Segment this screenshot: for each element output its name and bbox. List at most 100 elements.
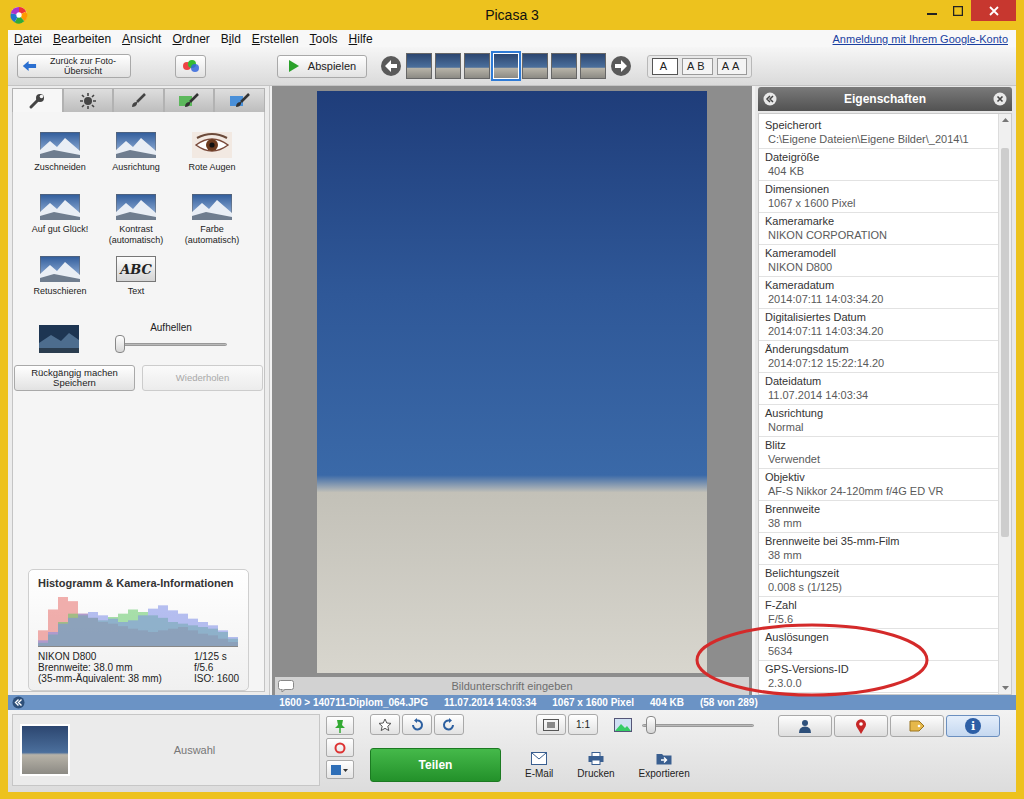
filmstrip-thumbnail[interactable]	[522, 53, 548, 79]
edit-tab[interactable]	[113, 88, 164, 112]
menu-item[interactable]: Ordner	[172, 32, 209, 46]
landscape-icon	[40, 256, 80, 282]
histogram-bar	[118, 614, 128, 647]
minimize-button[interactable]	[919, 0, 945, 21]
filmstrip-thumbnail[interactable]	[406, 53, 432, 79]
menu-item[interactable]: Erstellen	[252, 32, 299, 46]
filmstrip-thumbnail[interactable]	[435, 53, 461, 79]
edit-tab[interactable]	[63, 88, 114, 112]
histogram-bar	[128, 610, 138, 648]
view-mode-button[interactable]: A	[652, 58, 678, 75]
undo-save-button[interactable]: Rückgängig machenSpeichern	[14, 365, 135, 391]
property-row: Dateigröße 404 KB	[759, 149, 998, 181]
menu-item[interactable]: Tools	[310, 32, 338, 46]
menu-item[interactable]: Ansicht	[122, 32, 161, 46]
maximize-button[interactable]	[945, 0, 971, 21]
histogram-bar	[78, 614, 88, 647]
green-pin-icon	[334, 719, 346, 733]
email-icon	[531, 752, 547, 765]
filmstrip-thumbnail[interactable]	[580, 53, 606, 79]
histogram-bar	[78, 614, 88, 647]
brush-icon	[129, 92, 147, 110]
view-mode-button[interactable]: AA	[717, 58, 748, 75]
panel-toggle-button[interactable]	[778, 715, 832, 737]
album-button[interactable]	[326, 760, 354, 779]
action-button[interactable]: E-Mail	[525, 752, 553, 779]
panel-toggle-button[interactable]	[890, 715, 944, 737]
color-effects-button[interactable]	[175, 55, 206, 78]
next-button[interactable]	[609, 54, 633, 78]
filmstrip-thumbnail[interactable]	[493, 53, 519, 79]
close-button[interactable]	[971, 0, 1016, 21]
tool-button[interactable]: Ausrichtung	[98, 132, 174, 188]
arrow-left-icon	[380, 55, 402, 77]
tool-button[interactable]: Farbe (automatisch)	[174, 194, 250, 250]
property-row: Änderungsdatum 2014:07:12 15:22:14.20	[759, 341, 998, 373]
tool-button[interactable]: Rote Augen	[174, 132, 250, 188]
action-button[interactable]: Exportieren	[639, 752, 690, 779]
filmstrip-thumbnail[interactable]	[464, 53, 490, 79]
scrollbar[interactable]	[998, 114, 1011, 694]
panel-toggle-button[interactable]	[834, 715, 888, 737]
edit-tab[interactable]	[214, 88, 265, 112]
histogram-bar	[108, 617, 118, 647]
slider-knob[interactable]	[115, 335, 125, 353]
actual-size-button[interactable]: 1:1	[568, 714, 598, 735]
collapse-icon[interactable]	[763, 92, 777, 106]
hold-button[interactable]	[326, 716, 354, 735]
menu-item[interactable]: Hilfe	[349, 32, 373, 46]
selected-photo-thumbnail[interactable]	[20, 724, 70, 776]
action-button[interactable]: Drucken	[577, 752, 614, 779]
fit-to-window-button[interactable]	[536, 714, 566, 735]
menu-item[interactable]: Bild	[221, 32, 241, 46]
histogram-bar	[138, 615, 148, 647]
tool-button[interactable]: ABC Text	[98, 256, 174, 312]
histogram-bar	[138, 612, 148, 647]
zoom-slider[interactable]	[642, 716, 754, 734]
play-slideshow-button[interactable]: Abspielen	[277, 55, 367, 78]
tool-button[interactable]: Zuschneiden	[22, 132, 98, 188]
histogram-bar	[68, 601, 78, 647]
edit-tab[interactable]	[12, 88, 63, 112]
menu-item[interactable]: Bearbeiten	[53, 32, 111, 46]
scroll-thumb[interactable]	[1001, 148, 1009, 537]
scroll-up-icon[interactable]	[999, 114, 1012, 126]
redo-button[interactable]: Wiederholen	[142, 365, 263, 391]
scroll-down-icon[interactable]	[999, 682, 1012, 694]
rotate-left-button[interactable]	[402, 714, 432, 735]
picture-icon	[614, 718, 632, 732]
arrow-right-icon	[610, 55, 632, 77]
edit-tab[interactable]	[164, 88, 215, 112]
caption-field[interactable]: Bildunterschrift eingeben	[275, 677, 749, 695]
rotate-right-button[interactable]	[434, 714, 464, 735]
menu-item[interactable]: Datei	[14, 32, 42, 46]
close-panel-icon[interactable]	[993, 92, 1007, 106]
status-text: 1600 > 140711-Diplom_064.JPG	[279, 697, 428, 708]
text-tool-icon: ABC	[116, 256, 156, 282]
share-button[interactable]: Teilen	[370, 748, 501, 782]
slider-knob[interactable]	[646, 716, 656, 734]
fit-icon	[543, 719, 559, 731]
back-to-library-button[interactable]: Zurück zur Foto-Übersicht	[17, 54, 131, 78]
properties-panel: Eigenschaften Speicherort C:\Eigene Date…	[755, 86, 1016, 695]
clear-button[interactable]	[326, 738, 354, 757]
google-account-link[interactable]: Anmeldung mit Ihrem Google-Konto	[833, 33, 1008, 45]
property-row: Brennweite bei 35-mm-Film 38 mm	[759, 533, 998, 565]
export-icon	[656, 752, 672, 765]
landscape-icon	[116, 194, 156, 220]
brighten-preview-icon	[39, 325, 79, 353]
tool-button[interactable]: Auf gut Glück!	[22, 194, 98, 250]
star-button[interactable]	[370, 714, 400, 735]
collapse-left-icon[interactable]	[12, 696, 25, 709]
title-bar: Picasa 3	[8, 0, 1016, 30]
previous-button[interactable]	[379, 54, 403, 78]
panel-toggle-button[interactable]: i	[946, 715, 1000, 737]
star-icon	[378, 718, 392, 732]
view-mode-button[interactable]: AB	[682, 58, 713, 75]
tool-button[interactable]: Kontrast (automatisch)	[98, 194, 174, 250]
brighten-slider[interactable]	[115, 335, 227, 353]
tool-button[interactable]: Retuschieren	[22, 256, 98, 312]
filmstrip-thumbnail[interactable]	[551, 53, 577, 79]
histogram-chart	[38, 597, 238, 647]
histogram-bar	[68, 614, 78, 647]
